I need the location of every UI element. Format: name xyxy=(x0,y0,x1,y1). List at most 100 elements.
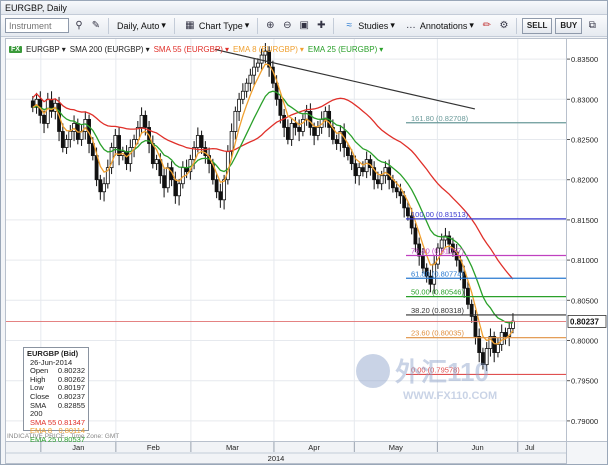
toolbar-separator xyxy=(515,17,517,34)
annotations-dropdown[interactable]: … Annotations ▾ xyxy=(401,18,477,34)
studies-dropdown[interactable]: ≈ Studies ▾ xyxy=(339,18,398,34)
candle-body xyxy=(334,139,339,144)
toolbar-separator xyxy=(333,17,335,34)
candle-body xyxy=(233,110,238,132)
candle-body xyxy=(64,139,69,148)
candle-body xyxy=(349,155,354,165)
data-box-value: 0.82855 xyxy=(57,400,85,410)
fib-label: 38.20 (0.80318) xyxy=(411,306,464,315)
candle-body xyxy=(117,135,121,156)
candle-body xyxy=(45,98,50,124)
period-dropdown[interactable]: Daily, Auto ▾ xyxy=(114,18,169,34)
fib-label: 76.40 (0.81057) xyxy=(411,247,464,256)
fib-label: 61.80 (0.80774) xyxy=(411,269,464,278)
candle-body xyxy=(222,179,227,201)
pencil-icon[interactable]: ✏ xyxy=(480,19,494,33)
candle-body xyxy=(229,131,234,152)
price-axis-labels: 0.83500 0.83000 0.82500 0.82000 0.81500 0.810… xyxy=(567,55,607,426)
y-tick-label: 0.83000 xyxy=(571,95,598,104)
y-tick-label: 0.80000 xyxy=(571,337,598,346)
candle-body xyxy=(345,147,350,156)
candle-body xyxy=(214,179,219,193)
candle-body xyxy=(394,187,399,193)
legend-item-4[interactable]: EMA 25 (EURGBP) ▾ xyxy=(308,45,383,54)
draw-icon[interactable]: ✎ xyxy=(89,19,103,33)
candle-body xyxy=(177,183,181,197)
legend-item-3[interactable]: EMA 8 (EURGBP) ▾ xyxy=(233,45,304,54)
zoom-out-icon[interactable]: ⊖ xyxy=(280,19,294,33)
fib-label: 161.80 (0.82708) xyxy=(411,114,469,123)
candle-body xyxy=(312,127,317,136)
studies-label: Studies xyxy=(358,20,389,31)
candle-body xyxy=(304,110,309,120)
ema8-line xyxy=(32,63,514,345)
candle-body xyxy=(289,123,294,140)
zoom-in-icon[interactable]: ⊕ xyxy=(263,19,277,33)
chart-type-label: Chart Type xyxy=(198,20,243,31)
candle-body xyxy=(406,207,410,217)
legend-label: EMA 8 (EURGBP) xyxy=(232,44,298,54)
chart-type-dropdown[interactable]: ▦ Chart Type ▾ xyxy=(180,18,252,34)
buy-button[interactable]: BUY xyxy=(555,17,583,34)
candle-body xyxy=(252,66,257,76)
x-tick-label: Mar xyxy=(226,443,239,452)
candle-body xyxy=(240,90,245,100)
chevron-down-icon: ▾ xyxy=(469,20,474,30)
candle-body xyxy=(248,74,253,84)
watermark-globe-icon xyxy=(356,354,390,388)
data-box-label: SMA 200 xyxy=(30,400,46,419)
candle-body xyxy=(379,175,384,185)
crosshair-icon[interactable]: ✚ xyxy=(314,19,328,33)
legend-label: EMA 25 (EURGBP) xyxy=(307,44,378,54)
legend-label: SMA 55 (EURGBP) xyxy=(153,44,223,54)
study-legend: FX EURGBP ▾ SMA 200 (EURGBP) ▾ SMA 55 (EUR… xyxy=(9,43,383,55)
y-tick-label: 0.83500 xyxy=(571,55,598,64)
y-tick-label: 0.82000 xyxy=(571,176,598,185)
fib-label: 23.60 (0.80035) xyxy=(411,329,464,338)
search-icon[interactable]: ⚲ xyxy=(72,19,86,33)
data-box-row: SMA 200 0.82855 xyxy=(27,400,85,419)
x-year-label: 2014 xyxy=(268,454,285,463)
price-axis[interactable]: 0.83500 0.83000 0.82500 0.82000 0.81500 0.810… xyxy=(567,38,607,442)
time-axis[interactable]: Jan Feb Mar Apr May Jun Jul 2014 xyxy=(5,442,567,464)
x-tick-label: Jul xyxy=(525,443,535,452)
toolbar-separator xyxy=(173,17,175,34)
y-tick-label: 0.81000 xyxy=(571,256,598,265)
y-tick-label: 0.82500 xyxy=(571,136,598,145)
fib-label: 100.00 (0.81513) xyxy=(411,210,469,219)
fx-badge: FX xyxy=(9,45,22,53)
candle-body xyxy=(165,167,170,189)
candle-body xyxy=(357,167,362,177)
x-tick-label: Feb xyxy=(147,443,160,452)
candle-body xyxy=(79,131,84,140)
candle-body xyxy=(173,179,178,197)
candle-body xyxy=(259,54,264,64)
fit-icon[interactable]: ▣ xyxy=(297,19,311,33)
legend-label: SMA 200 (EURGBP) xyxy=(69,44,144,54)
candle-body xyxy=(421,255,425,269)
settings-icon[interactable]: ⚙ xyxy=(497,19,511,33)
watermark-graphic: 外汇110 WWW.FX110.COM xyxy=(356,354,497,402)
legend-item-1[interactable]: SMA 200 (EURGBP) ▾ xyxy=(70,45,150,54)
period-label: Daily, Auto xyxy=(117,20,160,31)
candle-body xyxy=(128,147,133,165)
candle-body xyxy=(285,127,290,140)
candle-body xyxy=(278,98,283,116)
candle-body xyxy=(488,336,493,349)
watermark-text: 外汇110 xyxy=(395,357,489,387)
legend-item-0[interactable]: EURGBP ▾ xyxy=(26,45,66,54)
candle-body xyxy=(293,123,298,128)
legend-item-2[interactable]: SMA 55 (EURGBP) ▾ xyxy=(154,45,229,54)
chevron-down-icon: ▾ xyxy=(145,44,150,54)
sell-button[interactable]: SELL xyxy=(521,17,553,34)
candle-body xyxy=(218,191,223,201)
candlestick-icon: ▦ xyxy=(185,20,195,31)
y-tick-label: 0.81500 xyxy=(571,216,598,225)
candle-body xyxy=(282,114,287,128)
candle-body xyxy=(364,159,369,173)
popout-icon[interactable]: ⧉ xyxy=(585,19,599,33)
footer-note: INDICATIVE PRICE · Time Zone: GMT xyxy=(7,433,120,440)
fib-label: 50.00 (0.80546) xyxy=(411,288,464,297)
watermark-url: WWW.FX110.COM xyxy=(403,390,497,402)
instrument-input[interactable] xyxy=(5,18,69,33)
